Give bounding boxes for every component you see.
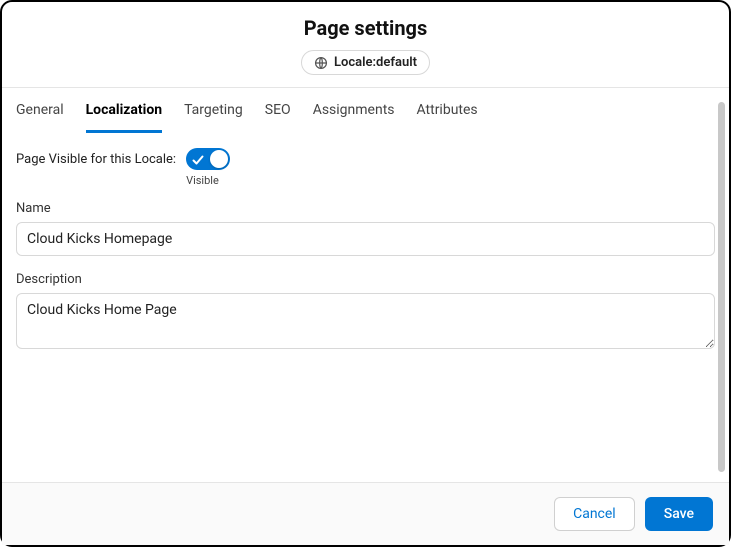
tab-attributes[interactable]: Attributes: [417, 88, 478, 133]
tab-localization[interactable]: Localization: [86, 88, 162, 133]
tab-seo[interactable]: SEO: [265, 88, 291, 133]
tab-targeting[interactable]: Targeting: [184, 88, 243, 133]
tab-content: Page Visible for this Locale: Visible Na…: [2, 134, 729, 367]
visibility-label: Page Visible for this Locale:: [16, 148, 176, 167]
scrollbar[interactable]: [718, 102, 725, 472]
locale-chip-label: Locale:default: [334, 55, 417, 70]
visibility-toggle-col: Visible: [186, 148, 230, 187]
tabs: General Localization Targeting SEO Assig…: [2, 88, 729, 134]
globe-icon: [314, 56, 328, 70]
locale-row: Locale:default: [2, 50, 729, 87]
dialog-title: Page settings: [2, 16, 729, 40]
save-button[interactable]: Save: [645, 497, 713, 531]
tab-general[interactable]: General: [16, 88, 64, 133]
toggle-knob: [210, 150, 228, 168]
visibility-toggle[interactable]: [186, 148, 230, 170]
check-icon: [191, 152, 205, 166]
locale-chip[interactable]: Locale:default: [301, 50, 430, 75]
dialog-footer: Cancel Save: [2, 482, 729, 545]
name-label: Name: [16, 201, 715, 216]
cancel-button[interactable]: Cancel: [554, 497, 635, 531]
name-input[interactable]: [16, 222, 715, 256]
description-textarea[interactable]: [16, 293, 715, 349]
page-settings-dialog: Page settings Locale:default General Loc…: [2, 2, 729, 545]
description-label: Description: [16, 272, 715, 287]
visibility-status: Visible: [186, 174, 219, 187]
dialog-header: Page settings: [2, 2, 729, 50]
scroll-area[interactable]: General Localization Targeting SEO Assig…: [2, 88, 729, 482]
tab-assignments[interactable]: Assignments: [313, 88, 395, 133]
visibility-row: Page Visible for this Locale: Visible: [16, 148, 715, 187]
